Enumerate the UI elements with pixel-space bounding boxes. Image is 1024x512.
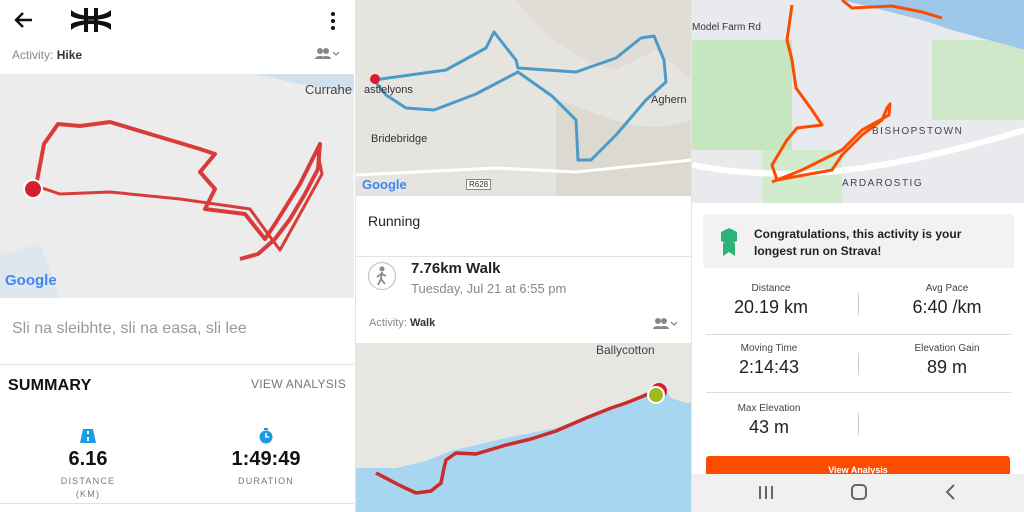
activity-type: Hike	[56, 48, 83, 62]
walk-date: Tuesday, Jul 21 at 6:55 pm	[411, 281, 567, 296]
back-arrow-icon[interactable]	[14, 11, 34, 29]
duration-stat: 1:49:49 DURATION	[206, 428, 326, 488]
divider	[356, 256, 691, 257]
running-route-map[interactable]: astlelyons Bridebridge Aghern R628 Googl…	[356, 0, 691, 196]
view-analysis-button[interactable]: View Analysis	[706, 456, 1010, 476]
road-icon	[80, 429, 96, 443]
avg-pace-value: 6:40 /km	[912, 297, 982, 317]
walk-activity-panel: astlelyons Bridebridge Aghern R628 Googl…	[355, 0, 691, 512]
under-armour-logo-icon	[71, 8, 111, 32]
divider	[0, 364, 354, 365]
distance-stat: Distance 20.19 km	[696, 283, 846, 318]
activity-title: Running	[368, 213, 421, 229]
distance-unit: (KM)	[75, 489, 101, 499]
max-elevation-value: 43 m	[748, 417, 790, 437]
distance-label: DISTANCE (KM)	[60, 476, 116, 499]
stopwatch-icon	[259, 428, 273, 444]
running-map-canvas	[356, 0, 691, 196]
activity-note: Sli na sleibhte, sli na easa, sli lee	[12, 320, 247, 337]
moving-time-stat: Moving Time 2:14:43	[694, 343, 844, 378]
strava-activity-panel: Model Farm Rd BISHOPSTOWN ARDAROSTIG Con…	[691, 0, 1024, 512]
road-label: R628	[466, 179, 492, 190]
bishopstown-label: BISHOPSTOWN	[872, 126, 964, 137]
hike-activity-panel: Activity: Hike Currahe Google Sli na sle…	[0, 0, 354, 512]
duration-value: 1:49:49	[231, 448, 301, 470]
strava-route-map[interactable]: Model Farm Rd BISHOPSTOWN ARDAROSTIG	[692, 0, 1024, 203]
distance-label: Distance	[751, 283, 791, 294]
achievement-text: Congratulations, this activity is your l…	[754, 227, 962, 258]
divider	[0, 503, 354, 504]
divider	[858, 413, 859, 435]
divider	[858, 293, 859, 315]
avg-pace-stat: Avg Pace 6:40 /km	[872, 283, 1022, 318]
model-farm-road-label: Model Farm Rd	[692, 22, 761, 33]
home-icon[interactable]	[847, 482, 871, 502]
duration-label: DURATION	[238, 476, 294, 486]
max-elevation-stat: Max Elevation 43 m	[694, 403, 844, 438]
walk-avatar	[368, 262, 396, 290]
distance-stat: 6.16 DISTANCE (KM)	[28, 428, 148, 501]
more-options-icon[interactable]	[329, 11, 337, 31]
hike-map-canvas	[0, 74, 354, 298]
walk-title[interactable]: 7.76km Walk	[411, 260, 501, 277]
aghern-label: Aghern	[651, 94, 687, 106]
google-logo: Google	[362, 177, 407, 192]
activity-type-row: Activity: Walk	[369, 317, 436, 329]
avg-pace-label: Avg Pace	[925, 283, 969, 294]
view-analysis-link[interactable]: VIEW ANALYSIS	[251, 377, 346, 391]
start-marker	[23, 179, 43, 199]
privacy-people-icon[interactable]	[652, 317, 678, 331]
activity-type: Walk	[409, 317, 436, 329]
back-icon[interactable]	[939, 482, 963, 502]
walking-person-icon	[376, 266, 387, 286]
distance-value: 6.16	[68, 448, 108, 470]
recent-apps-icon[interactable]	[754, 482, 778, 502]
google-logo: Google	[5, 272, 57, 289]
moving-time-value: 2:14:43	[738, 357, 800, 377]
achievement-badge-icon	[721, 228, 737, 256]
elevation-gain-label: Elevation Gain	[914, 343, 980, 354]
activity-label: Activity: Hike	[12, 48, 83, 62]
elevation-gain-stat: Elevation Gain 89 m	[872, 343, 1022, 378]
distance-value: 20.19 km	[733, 297, 809, 317]
moving-time-label: Moving Time	[740, 343, 798, 354]
end-marker	[647, 386, 665, 404]
walk-map-canvas	[356, 383, 691, 512]
hike-route-line	[34, 120, 322, 261]
ballycotton-label: Ballycotton	[596, 343, 655, 357]
hike-route-map[interactable]: Currahe Google	[0, 74, 354, 298]
walk-route-map[interactable]: Ballycotton	[356, 343, 691, 512]
start-marker	[370, 74, 380, 84]
divider	[858, 353, 859, 375]
elevation-gain-value: 89 m	[926, 357, 968, 377]
castlelyons-label: astlelyons	[364, 84, 413, 96]
ardarostig-label: ARDAROSTIG	[842, 178, 924, 189]
app-bar	[0, 0, 354, 40]
divider	[706, 392, 1011, 393]
summary-heading: SUMMARY	[8, 377, 92, 394]
map-place-label: Currahe	[305, 82, 352, 97]
activity-type-row: Activity: Hike	[0, 44, 354, 74]
privacy-people-icon[interactable]	[314, 47, 340, 61]
bridebridge-label: Bridebridge	[371, 133, 428, 145]
divider	[706, 334, 1011, 335]
max-elevation-label: Max Elevation	[737, 403, 801, 414]
system-nav-bar	[692, 474, 1024, 512]
achievement-banner: Congratulations, this activity is your l…	[703, 214, 1014, 268]
